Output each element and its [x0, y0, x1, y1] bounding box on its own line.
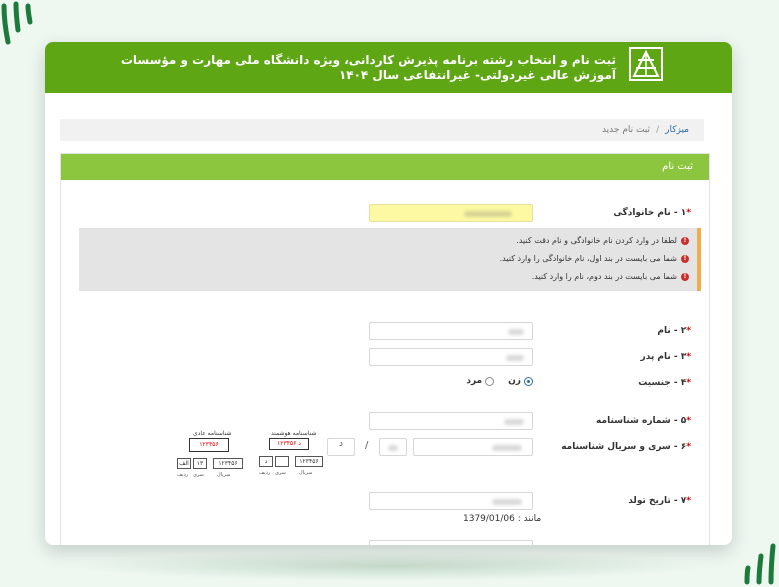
gender-male-radio[interactable] [485, 376, 495, 386]
university-logo-icon [629, 47, 663, 81]
error-icon: ! [681, 236, 689, 245]
regular-id-sample: شناسنامه عادی ۱۲۳۴۵۶ الف ۱۳ ۱۲۳۴۵۶ ردیف … [177, 430, 249, 490]
main-card: ثبت نام و انتخاب رشته برنامه پذیرش کاردا… [45, 42, 732, 545]
alert-item: ! شما می بایست در بند اول، نام خانوادگی ر… [500, 254, 689, 263]
birth-date-input[interactable] [369, 492, 533, 510]
id-series-letter-select[interactable]: د [327, 438, 355, 456]
redacted-text [388, 445, 398, 451]
smart-id-caption-series: سری [275, 470, 286, 476]
regular-id-series-cell: ۱۳ [193, 458, 207, 469]
alert-item: ! لطفا در وارد کردن نام خانوادگی و نام دق… [516, 236, 689, 245]
smart-id-red-code: ۱۲۳۴۵۶ د [269, 438, 309, 450]
registration-panel: ثبت نام *۱ - نام خانوادگی ! لطفا در وارد … [60, 153, 710, 545]
gender-female-label: زن [508, 376, 521, 386]
breadcrumb-separator: / [656, 125, 660, 135]
breadcrumb-current: ثبت نام جدید [601, 125, 651, 135]
birth-date-hint: مانند : 1379/01/06 [463, 514, 542, 524]
family-name-input[interactable] [369, 204, 533, 222]
redacted-text [492, 499, 522, 505]
gender-female-radio[interactable] [524, 376, 533, 386]
regular-id-caption-serial: سریال [217, 472, 231, 478]
title-line-1: ثبت نام و انتخاب رشته برنامه پذیرش کاردا… [120, 53, 616, 67]
father-name-input[interactable] [369, 348, 533, 366]
title-line-2: آموزش عالی غیردولتی- غیرانتفاعی سال ۱۴۰۴ [338, 68, 616, 82]
next-field-input[interactable] [369, 540, 533, 545]
smart-id-series-cell: د [259, 456, 273, 467]
regular-id-caption-row: ردیف [177, 472, 189, 478]
redacted-text [506, 355, 524, 361]
id-series-number-input[interactable] [379, 438, 407, 456]
card-shadow [70, 551, 709, 581]
birth-date-label: *۷ - تاریخ تولد [628, 496, 691, 506]
redacted-text [504, 419, 524, 425]
family-name-label: *۱ - نام خانوادگی [613, 208, 691, 218]
smart-id-title: شناسنامه هوشمند [271, 430, 317, 437]
id-serial-label: *۶ - سری و سریال شناسنامه [561, 442, 691, 452]
regular-id-red-box: ۱۲۳۴۵۶ [189, 438, 229, 452]
redacted-text [464, 211, 512, 217]
page-header: ثبت نام و انتخاب رشته برنامه پذیرش کاردا… [45, 42, 732, 93]
regular-id-caption-series: سری [193, 472, 204, 478]
smart-id-sample: شناسنامه هوشمند ۱۲۳۴۵۶ د د ۱۲۳۴۵۶ ردیف س… [257, 430, 327, 490]
redacted-text [492, 445, 522, 451]
id-serial-number-input[interactable] [413, 438, 533, 456]
breadcrumb: میزکار / ثبت نام جدید [60, 119, 704, 141]
decor-leaf-icon [744, 543, 776, 585]
first-name-input[interactable] [369, 322, 533, 340]
validation-alert: ! لطفا در وارد کردن نام خانوادگی و نام دق… [79, 228, 701, 291]
smart-id-row-cell [275, 456, 289, 467]
decor-leaf-icon [1, 1, 33, 45]
first-name-label: *۲ - نام [657, 326, 691, 336]
breadcrumb-home-link[interactable]: میزکار [665, 125, 689, 135]
page-title: ثبت نام و انتخاب رشته برنامه پذیرش کاردا… [116, 53, 616, 83]
error-icon: ! [681, 272, 689, 281]
regular-id-serial-cell: ۱۲۳۴۵۶ [213, 458, 243, 469]
regular-id-row-cell: الف [177, 458, 191, 469]
regular-id-red-code: ۱۲۳۴۵۶ [199, 441, 219, 448]
gender-male-label: مرد [466, 376, 483, 386]
redacted-text [508, 329, 524, 335]
alert-item: ! شما می بایست در بند دوم، نام را وارد کن… [532, 272, 689, 281]
error-icon: ! [681, 254, 689, 263]
gender-label: *۴ - جنسیت [638, 378, 691, 388]
smart-id-serial-cell: ۱۲۳۴۵۶ [295, 456, 323, 467]
gender-options: زن مرد [466, 376, 533, 386]
smart-id-caption-row: ردیف [259, 470, 271, 476]
regular-id-title: شناسنامه عادی [193, 430, 232, 437]
panel-title: ثبت نام [61, 154, 709, 180]
father-name-label: *۳ - نام پدر [640, 352, 691, 362]
series-slash: / [365, 440, 369, 451]
id-number-label: *۵ - شماره شناسنامه [596, 416, 691, 426]
smart-id-caption-serial: سریال [299, 470, 313, 476]
id-number-input[interactable] [369, 412, 533, 430]
